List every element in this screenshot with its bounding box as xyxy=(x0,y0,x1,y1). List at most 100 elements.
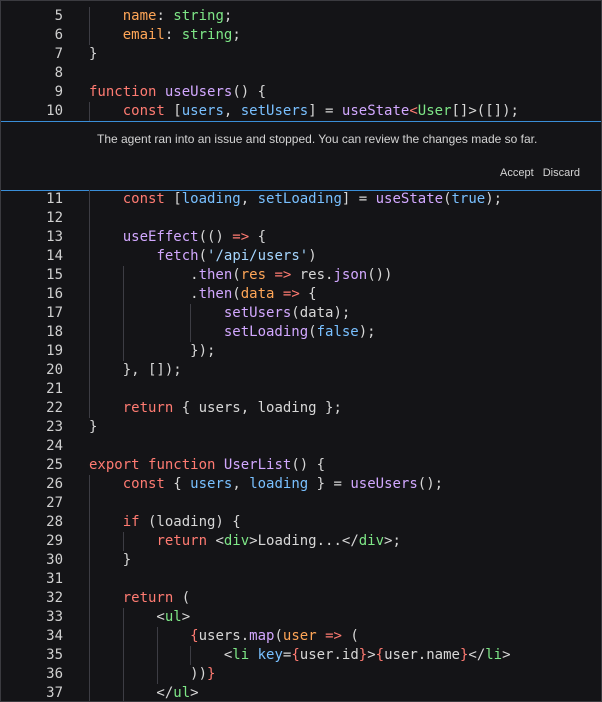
line-code: <li key={user.id}>{user.name}</li> xyxy=(89,646,511,665)
code-token: []>([]); xyxy=(451,103,519,119)
code-token: ( xyxy=(232,267,241,283)
line-number: 33 xyxy=(46,609,63,625)
line-number: 7 xyxy=(54,46,63,62)
code-token: ( xyxy=(341,628,359,644)
code-line: 36 ))} xyxy=(1,665,601,684)
code-token: div xyxy=(223,533,250,549)
code-line: 26 const { users, loading } = useUsers()… xyxy=(1,475,601,494)
line-code: if (loading) { xyxy=(89,513,241,532)
code-token: ] = xyxy=(341,191,376,207)
code-editor[interactable]: 45 name: string;6 email: string;7}89func… xyxy=(0,0,602,702)
code-line: 35 <li key={user.id}>{user.name}</li> xyxy=(1,646,601,665)
line-code: } xyxy=(89,418,97,437)
code-token: ] = xyxy=(308,103,342,119)
code-token: { xyxy=(375,647,385,663)
code-token: }); xyxy=(89,343,216,359)
code-line: 18 setLoading(false); xyxy=(1,323,601,342)
line-number: 24 xyxy=(46,438,63,454)
code-token: data xyxy=(240,286,275,302)
code-token: ( xyxy=(274,628,283,644)
code-token: } xyxy=(207,666,216,682)
code-token: ); xyxy=(358,324,376,340)
line-number: 30 xyxy=(46,552,63,568)
code-token: user.name xyxy=(384,647,460,663)
code-token: const xyxy=(122,191,165,207)
line-code: </ul> xyxy=(89,684,199,701)
line-code: <ul> xyxy=(89,608,190,627)
code-line: 19 }); xyxy=(1,342,601,361)
line-number: 16 xyxy=(46,286,63,302)
code-line: 5 name: string; xyxy=(1,7,601,26)
code-line: 12 xyxy=(1,209,601,228)
code-token: { xyxy=(164,476,191,492)
line-code: setUsers(data); xyxy=(89,304,350,323)
code-token: useUsers xyxy=(164,84,233,100)
code-line: 16 .then(data => { xyxy=(1,285,601,304)
line-number: 8 xyxy=(54,65,63,81)
code-token: useEffect xyxy=(122,229,199,245)
line-number: 4 xyxy=(1,1,63,7)
code-line: 7} xyxy=(1,45,601,64)
line-number: 32 xyxy=(46,590,63,606)
line-code: fetch('/api/users') xyxy=(89,247,316,266)
line-number: 20 xyxy=(46,362,63,378)
line-number: 19 xyxy=(46,343,63,359)
discard-button[interactable]: Discard xyxy=(543,167,580,179)
code-token: }, []); xyxy=(89,362,182,378)
code-token: < xyxy=(207,533,224,549)
line-number: 35 xyxy=(46,647,63,663)
code-token: { xyxy=(190,628,199,644)
line-code: name: string; xyxy=(89,7,233,26)
code-token: json xyxy=(333,267,368,283)
line-number: 15 xyxy=(46,267,63,283)
line-number: 37 xyxy=(46,685,63,701)
code-token: ( xyxy=(173,590,191,606)
code-token: setLoading xyxy=(223,324,309,340)
code-line: 11 const [loading, setLoading] = useStat… xyxy=(1,190,601,209)
code-line: 6 email: string; xyxy=(1,26,601,45)
line-number: 22 xyxy=(46,400,63,416)
banner-actions: Accept Discard xyxy=(494,167,580,179)
code-token: string xyxy=(181,27,233,43)
line-code: }, []); xyxy=(89,361,182,380)
code-token: fetch xyxy=(156,248,199,264)
indent-guide xyxy=(89,494,90,513)
line-code: }); xyxy=(89,342,215,361)
code-line: 22 return { users, loading }; xyxy=(1,399,601,418)
line-code: return { users, loading }; xyxy=(89,399,342,418)
code-token: > xyxy=(190,685,199,701)
code-token: } xyxy=(89,419,98,435)
line-number: 31 xyxy=(46,571,63,587)
code-token: () { xyxy=(232,84,267,100)
line-number: 13 xyxy=(46,229,63,245)
code-token: users. xyxy=(198,628,250,644)
code-token: (loading) { xyxy=(139,514,241,530)
code-token: > xyxy=(502,647,511,663)
code-line: 17 setUsers(data); xyxy=(1,304,601,323)
code-token: loading xyxy=(249,476,309,492)
code-line: 27 xyxy=(1,494,601,513)
accept-button[interactable]: Accept xyxy=(500,167,534,179)
code-token: then xyxy=(198,286,233,302)
line-number: 5 xyxy=(54,8,63,24)
code-line: 21 xyxy=(1,380,601,399)
code-token: > xyxy=(367,647,376,663)
line-number: 17 xyxy=(46,305,63,321)
code-token: false xyxy=(316,324,359,340)
code-token: ( xyxy=(198,248,208,264)
code-token: } = xyxy=(308,476,351,492)
line-code: .then(data => { xyxy=(89,285,316,304)
